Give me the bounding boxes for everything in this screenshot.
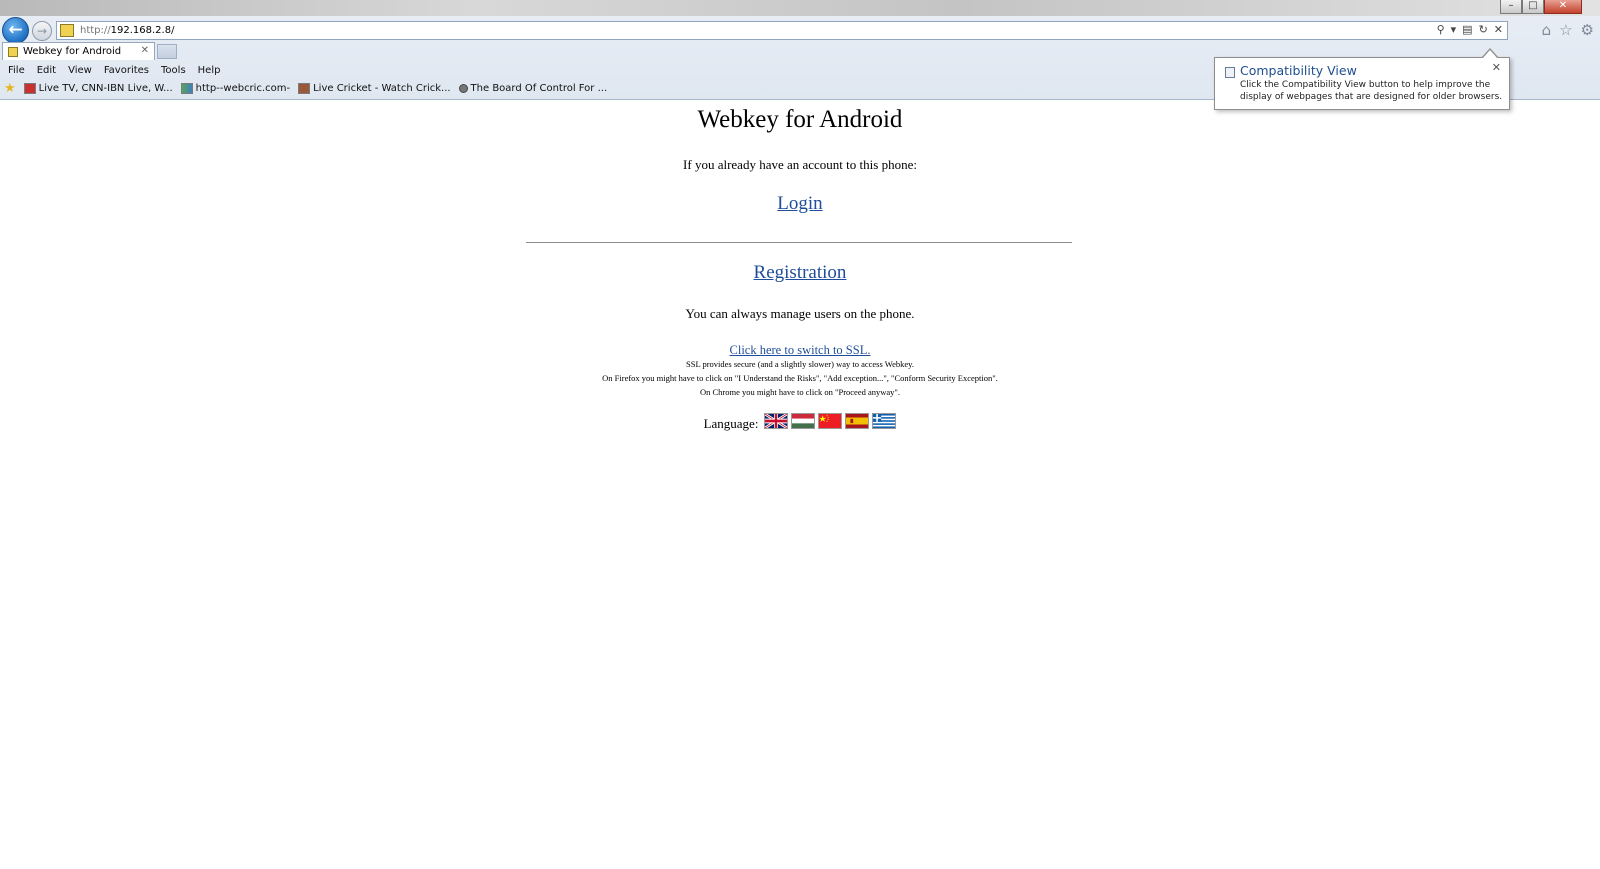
divider xyxy=(526,242,1072,243)
china-flag-icon[interactable] xyxy=(818,413,843,429)
home-icon[interactable]: ⌂ xyxy=(1542,21,1552,39)
address-bar-actions: ⚲ ▾ ▤ ↻ ✕ xyxy=(1437,23,1503,36)
page-content: Webkey for Android If you already have a… xyxy=(0,100,1600,869)
bcci-icon xyxy=(458,84,468,93)
language-label: Language: xyxy=(703,416,759,431)
login-link[interactable]: Login xyxy=(777,193,822,214)
search-icon[interactable]: ⚲ xyxy=(1437,23,1445,36)
page-title: Webkey for Android xyxy=(697,106,903,133)
menu-favorites[interactable]: Favorites xyxy=(104,65,149,76)
registration-section: Registration xyxy=(0,262,1600,284)
manage-users-text: You can always manage users on the phone… xyxy=(685,306,915,321)
site-favicon xyxy=(60,24,74,37)
tab-favicon xyxy=(8,46,18,57)
address-url-protocol: http:// xyxy=(80,25,111,36)
menu-edit[interactable]: Edit xyxy=(37,65,56,76)
tv-icon xyxy=(23,83,36,94)
tab-webkey[interactable]: Webkey for Android ✕ xyxy=(2,42,155,60)
toolbar-icons: ⌂ ☆ ⚙ xyxy=(1542,21,1594,39)
favorite-item[interactable]: Live Cricket - Watch Crick... xyxy=(298,83,451,94)
favorite-item[interactable]: http--webcric.com- xyxy=(180,83,291,94)
tab-title: Webkey for Android xyxy=(23,46,122,57)
ssl-note: SSL provides secure (and a slightly slow… xyxy=(686,359,914,369)
login-section: Login xyxy=(0,193,1600,215)
stop-icon[interactable]: ✕ xyxy=(1494,23,1503,36)
popup-title: Compatibility View xyxy=(1240,63,1357,78)
ssl-note: On Chrome you might have to click on "Pr… xyxy=(699,387,901,397)
maximize-button[interactable]: □ xyxy=(1522,0,1544,14)
ssl-section: Click here to switch to SSL. xyxy=(0,343,1600,358)
greece-flag-icon[interactable] xyxy=(872,413,897,429)
favorites-add-star-icon[interactable]: ★ xyxy=(4,81,16,96)
minimize-button[interactable]: – xyxy=(1500,0,1522,14)
navigation-row: ← → http://192.168.2.8/ ⚲ ▾ ▤ ↻ ✕ ⌂ ☆ ⚙ xyxy=(0,16,1600,44)
window-controls: – □ ✕ xyxy=(1500,0,1582,14)
favorites-star-icon[interactable]: ☆ xyxy=(1559,21,1572,39)
menu-tools[interactable]: Tools xyxy=(161,65,186,76)
compatibility-view-icon xyxy=(1225,67,1235,78)
spain-flag-icon[interactable] xyxy=(845,413,870,429)
language-selector: Language: xyxy=(0,413,1600,432)
ssl-switch-link[interactable]: Click here to switch to SSL. xyxy=(730,343,871,357)
favorite-label: http--webcric.com- xyxy=(195,83,291,94)
favorite-label: Live Cricket - Watch Crick... xyxy=(313,83,451,94)
refresh-icon[interactable]: ↻ xyxy=(1479,23,1488,36)
close-window-button[interactable]: ✕ xyxy=(1544,0,1582,14)
uk-flag-icon[interactable] xyxy=(764,413,789,429)
favorite-label: Live TV, CNN-IBN Live, W... xyxy=(38,83,173,94)
new-tab-button[interactable] xyxy=(157,44,177,59)
favorite-label: The Board Of Control For ... xyxy=(470,83,608,94)
favorite-item[interactable]: The Board Of Control For ... xyxy=(458,83,608,94)
compatibility-view-icon[interactable]: ▤ xyxy=(1462,23,1472,36)
popup-close-icon[interactable]: ✕ xyxy=(1492,61,1501,74)
back-button[interactable]: ← xyxy=(2,17,29,44)
address-url-host: 192.168.2.8/ xyxy=(110,25,175,36)
intro-text: If you already have an account to this p… xyxy=(683,157,917,172)
web-icon xyxy=(180,83,193,94)
hungary-flag-icon[interactable] xyxy=(791,413,816,429)
registration-link[interactable]: Registration xyxy=(754,262,847,283)
window-titlebar: – □ ✕ xyxy=(0,0,1600,16)
address-bar[interactable]: http://192.168.2.8/ ⚲ ▾ ▤ ↻ ✕ xyxy=(56,21,1508,40)
menu-view[interactable]: View xyxy=(68,65,92,76)
ssl-note: On Firefox you might have to click on "I… xyxy=(602,373,998,383)
tab-close-icon[interactable]: ✕ xyxy=(141,45,149,56)
cricket-icon xyxy=(298,83,311,94)
gear-icon[interactable]: ⚙ xyxy=(1581,21,1594,39)
address-url[interactable]: http://192.168.2.8/ xyxy=(80,25,174,36)
menu-file[interactable]: File xyxy=(8,65,25,76)
dropdown-arrow-icon[interactable]: ▾ xyxy=(1451,23,1457,36)
language-flags xyxy=(764,413,897,429)
menu-help[interactable]: Help xyxy=(198,65,221,76)
favorite-item[interactable]: Live TV, CNN-IBN Live, W... xyxy=(23,83,173,94)
forward-button[interactable]: → xyxy=(32,21,52,41)
